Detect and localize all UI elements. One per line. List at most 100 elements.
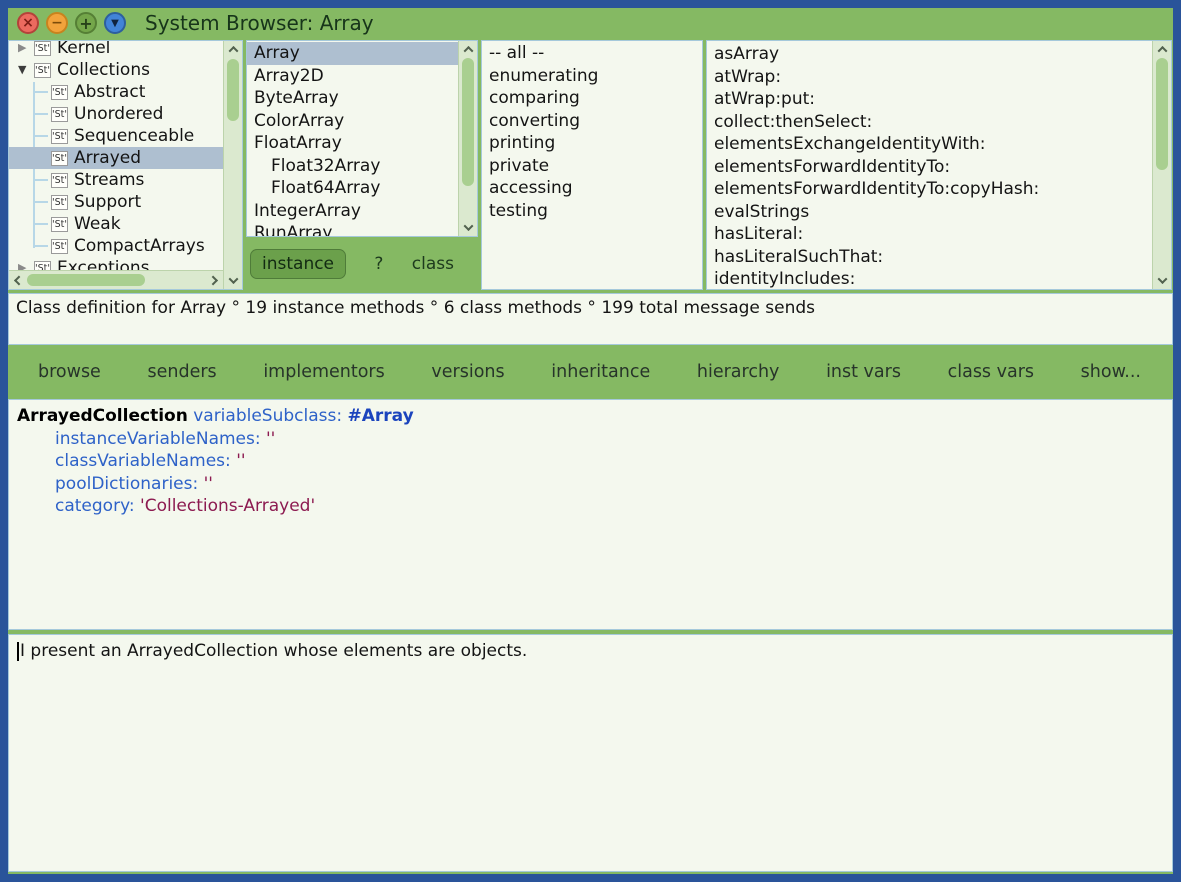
class-vertical-scrollbar[interactable]	[458, 41, 477, 236]
method-item[interactable]: elementsForwardIdentityTo:	[707, 156, 1152, 179]
system-browser-window: × − + ▼ System Browser: Array ▶'St'Kerne…	[8, 8, 1173, 874]
expand-arrow-icon[interactable]: ▶	[18, 41, 34, 59]
code-segment: #Array	[348, 406, 414, 426]
code-line: classVariableNames: ''	[17, 450, 1164, 473]
maximize-button[interactable]: +	[75, 12, 97, 34]
scrollbar-thumb[interactable]	[227, 59, 239, 121]
protocol-item[interactable]: testing	[482, 200, 702, 223]
method-item[interactable]: atWrap:	[707, 66, 1152, 89]
st-icon: 'St'	[34, 63, 51, 78]
code-segment: classVariableNames:	[55, 451, 231, 471]
code-pane[interactable]: ArrayedCollection variableSubclass: #Arr…	[8, 399, 1173, 630]
class-item-colorarray[interactable]: ColorArray	[247, 110, 458, 133]
class-item-floatarray[interactable]: FloatArray	[247, 132, 458, 155]
st-icon: 'St'	[51, 85, 68, 100]
class-switch-button[interactable]: class	[412, 254, 454, 274]
tree-item-arrayed[interactable]: 'St'Arrayed	[9, 147, 223, 169]
classvars-button[interactable]: class vars	[948, 362, 1034, 382]
protocol-item[interactable]: private	[482, 155, 702, 178]
protocol-item[interactable]: comparing	[482, 87, 702, 110]
tree-item-exceptions[interactable]: ▶'St'Exceptions	[9, 257, 223, 270]
tree-item-weak[interactable]: 'St'Weak	[9, 213, 223, 235]
st-icon: 'St'	[51, 129, 68, 144]
method-item[interactable]: hasLiteralSuchThat:	[707, 246, 1152, 269]
code-segment: ArrayedCollection	[17, 406, 188, 426]
scroll-left-icon[interactable]	[10, 271, 25, 289]
method-item[interactable]: collect:thenSelect:	[707, 111, 1152, 134]
window-menu-button[interactable]: ▼	[104, 12, 126, 34]
scroll-up-icon[interactable]	[459, 42, 477, 57]
method-item[interactable]: elementsExchangeIdentityWith:	[707, 133, 1152, 156]
scrollbar-thumb[interactable]	[27, 274, 145, 286]
titlebar[interactable]: × − + ▼ System Browser: Array	[8, 8, 1173, 40]
senders-button[interactable]: senders	[147, 362, 216, 382]
st-icon: 'St'	[51, 239, 68, 254]
method-item[interactable]: asArray	[707, 43, 1152, 66]
tree-item-compactarrays[interactable]: 'St'CompactArrays	[9, 235, 223, 257]
method-item[interactable]: hasLiteral:	[707, 223, 1152, 246]
scrollbar-thumb[interactable]	[1156, 58, 1168, 170]
show-button[interactable]: show...	[1081, 362, 1141, 382]
st-icon: 'St'	[34, 41, 51, 56]
comment-switch-button[interactable]: ?	[374, 254, 383, 274]
comment-pane[interactable]: I present an ArrayedCollection whose ele…	[8, 634, 1173, 872]
protocol-item[interactable]: -- all --	[482, 42, 702, 65]
inheritance-button[interactable]: inheritance	[551, 362, 650, 382]
tree-item-streams[interactable]: 'St'Streams	[9, 169, 223, 191]
browse-button[interactable]: browse	[38, 362, 101, 382]
protocol-item[interactable]: converting	[482, 110, 702, 133]
tree-item-label: Kernel	[57, 41, 110, 59]
tree-item-abstract[interactable]: 'St' Abstract	[9, 81, 223, 103]
st-icon: 'St'	[51, 107, 68, 122]
tree-item-collections[interactable]: ▼'St'Collections	[9, 59, 223, 81]
scroll-up-icon[interactable]	[224, 42, 242, 57]
class-item-bytearray[interactable]: ByteArray	[247, 87, 458, 110]
protocol-item[interactable]: printing	[482, 132, 702, 155]
st-icon: 'St'	[51, 195, 68, 210]
method-item[interactable]: identityIncludes:	[707, 268, 1152, 289]
class-item-array2d[interactable]: Array2D	[247, 65, 458, 88]
instance-switch-button[interactable]: instance	[250, 249, 346, 279]
tree-item-label: Weak	[74, 213, 121, 235]
tree-item-kernel[interactable]: ▶'St' Kernel	[9, 41, 223, 59]
scroll-right-icon[interactable]	[207, 271, 222, 289]
scrollbar-thumb[interactable]	[462, 58, 474, 186]
protocol-item[interactable]: accessing	[482, 177, 702, 200]
hierarchy-button[interactable]: hierarchy	[697, 362, 780, 382]
class-pane: ArrayArray2DByteArrayColorArrayFloatArra…	[246, 40, 478, 290]
code-segment: ''	[236, 451, 245, 471]
method-list: asArrayatWrap:atWrap:put:collect:thenSel…	[707, 41, 1152, 289]
method-vertical-scrollbar[interactable]	[1152, 41, 1171, 289]
implementors-button[interactable]: implementors	[263, 362, 384, 382]
close-button[interactable]: ×	[17, 12, 39, 34]
collapse-arrow-icon[interactable]: ▼	[18, 59, 34, 81]
scroll-down-icon[interactable]	[459, 220, 477, 235]
minimize-button[interactable]: −	[46, 12, 68, 34]
class-item-array[interactable]: Array	[247, 42, 458, 65]
method-pane: asArrayatWrap:atWrap:put:collect:thenSel…	[706, 40, 1172, 290]
class-item-runarray[interactable]: RunArray	[247, 222, 458, 236]
scroll-down-icon[interactable]	[224, 273, 242, 288]
tree-item-label: Abstract	[74, 81, 145, 103]
code-line: ArrayedCollection variableSubclass: #Arr…	[17, 405, 1164, 428]
scroll-up-icon[interactable]	[1153, 42, 1171, 57]
class-item-integerarray[interactable]: IntegerArray	[247, 200, 458, 223]
tree-item-unordered[interactable]: 'St' Unordered	[9, 103, 223, 125]
method-item[interactable]: elementsForwardIdentityTo:copyHash:	[707, 178, 1152, 201]
category-vertical-scrollbar[interactable]	[223, 41, 242, 289]
method-item[interactable]: evalStrings	[707, 201, 1152, 224]
versions-button[interactable]: versions	[431, 362, 504, 382]
instvars-button[interactable]: inst vars	[826, 362, 901, 382]
expand-arrow-icon[interactable]: ▶	[18, 257, 34, 270]
category-horizontal-scrollbar[interactable]	[9, 270, 223, 289]
tree-item-label: Unordered	[74, 103, 163, 125]
protocol-pane: -- all --enumeratingcomparingconvertingp…	[481, 40, 703, 290]
tree-item-sequenceable[interactable]: 'St'Sequenceable	[9, 125, 223, 147]
class-item-float64array[interactable]: Float64Array	[247, 177, 458, 200]
code-line: instanceVariableNames: ''	[17, 428, 1164, 451]
class-item-float32array[interactable]: Float32Array	[247, 155, 458, 178]
method-item[interactable]: atWrap:put:	[707, 88, 1152, 111]
tree-item-support[interactable]: 'St'Support	[9, 191, 223, 213]
scroll-down-icon[interactable]	[1153, 273, 1171, 288]
protocol-item[interactable]: enumerating	[482, 65, 702, 88]
